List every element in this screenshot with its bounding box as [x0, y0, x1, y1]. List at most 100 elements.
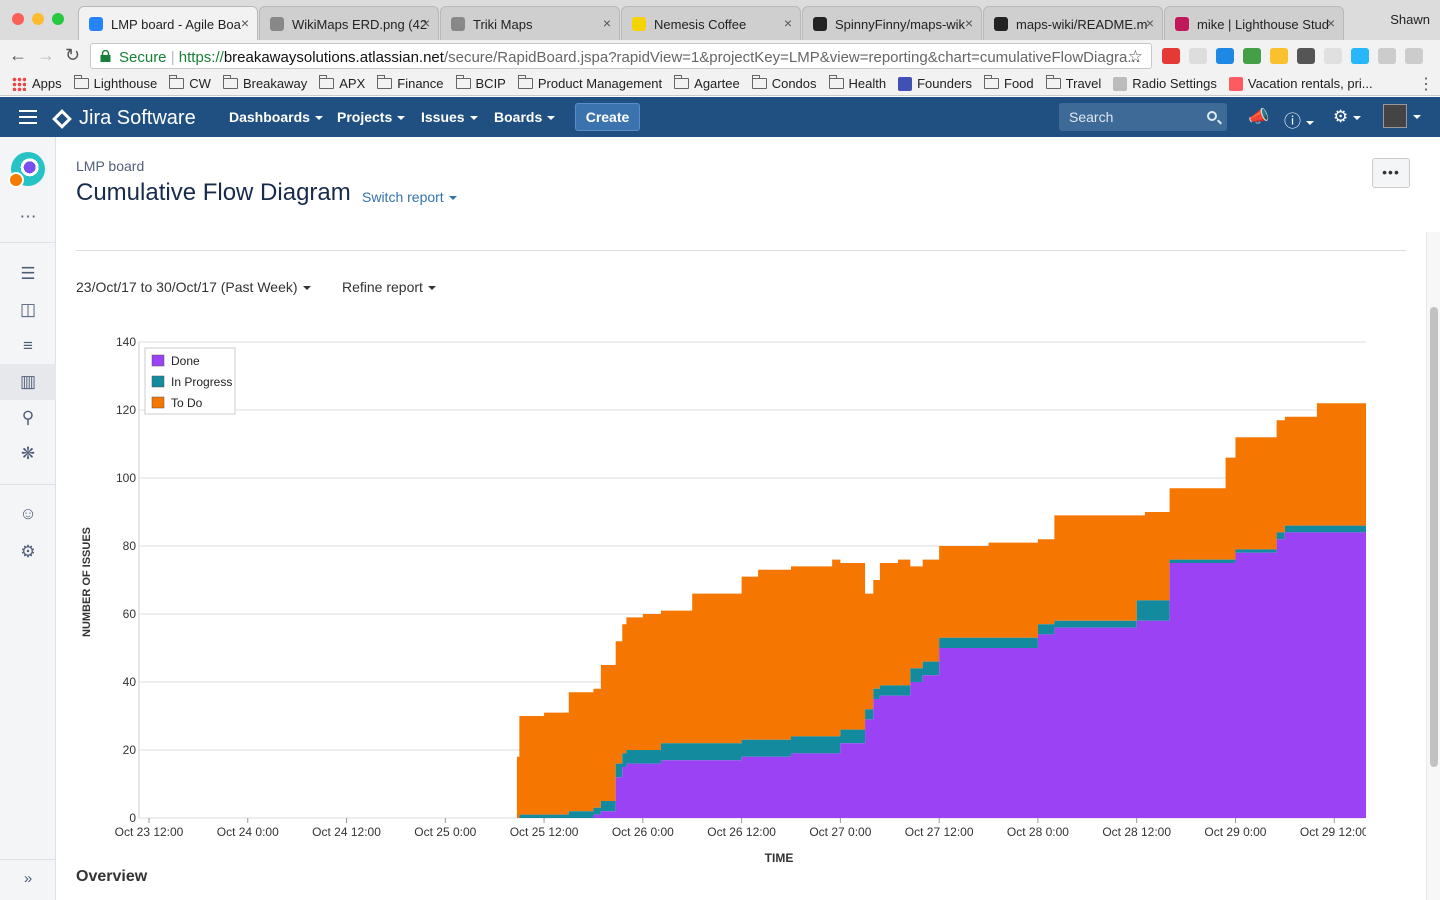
tab-title: SpinnyFinny/maps-wik — [835, 17, 966, 32]
tab-close-icon[interactable]: × — [784, 15, 792, 31]
scrollbar-thumb[interactable] — [1430, 307, 1438, 767]
bookmark-item[interactable]: Founders — [898, 76, 972, 91]
tab-close-icon[interactable]: × — [1327, 15, 1335, 31]
bookmark-star-icon[interactable]: ☆ — [1128, 47, 1143, 67]
bookmark-item[interactable]: Vacation rentals, pri... — [1228, 76, 1373, 91]
chevron-down-icon — [302, 286, 311, 291]
bookmark-item[interactable]: Condos — [751, 75, 817, 91]
maximize-window-button[interactable] — [52, 13, 64, 25]
extension-icon[interactable] — [1351, 48, 1369, 64]
y-tick-label: 20 — [123, 743, 137, 757]
url-path: /secure/RapidBoard.jspa?rapidView=1&proj… — [443, 49, 1140, 66]
help-icon[interactable]: ⓘ — [1284, 107, 1314, 132]
more-actions-button[interactable]: ••• — [1372, 158, 1410, 188]
tab-close-icon[interactable]: × — [965, 15, 973, 31]
user-avatar[interactable] — [1383, 104, 1407, 128]
folder-icon — [73, 75, 89, 89]
browser-tab[interactable]: Triki Maps × — [440, 6, 620, 40]
bookmark-item[interactable]: Breakaway — [222, 75, 307, 91]
bookmark-item[interactable]: CW — [169, 75, 211, 91]
bookmark-item[interactable]: Travel — [1045, 75, 1101, 91]
nav-boards[interactable]: Boards — [494, 109, 556, 125]
back-arrow-icon[interactable]: ← — [9, 46, 27, 64]
bookmark-item[interactable]: Finance — [377, 75, 444, 91]
board-columns-icon[interactable]: ◫ — [18, 300, 38, 320]
folder-icon — [169, 75, 185, 89]
switch-report-dropdown[interactable]: Switch report — [362, 189, 457, 205]
reports-chart-icon[interactable]: ▥ — [18, 372, 38, 392]
browser-toolbar: ← → ↻ Secure | https://breakawaysolution… — [0, 40, 1440, 72]
browser-tab[interactable]: SpinnyFinny/maps-wik × — [802, 6, 982, 40]
refine-report-dropdown[interactable]: Refine report — [342, 279, 436, 295]
profile-name[interactable]: Shawn — [1390, 12, 1430, 27]
reload-icon[interactable]: ↻ — [65, 46, 80, 64]
expand-sidebar-icon[interactable]: » — [18, 869, 38, 889]
issues-search-icon[interactable]: ⚲ — [18, 408, 38, 428]
minimize-window-button[interactable] — [32, 13, 44, 25]
chevron-down-icon[interactable] — [1413, 115, 1421, 119]
bookmark-item[interactable]: Apps — [12, 76, 62, 91]
tab-close-icon[interactable]: × — [241, 15, 249, 31]
nav-issues[interactable]: Issues — [421, 109, 478, 125]
browser-tab[interactable]: maps-wiki/README.m × — [983, 6, 1163, 40]
add-ons-puzzle-icon[interactable]: ❋ — [18, 444, 38, 464]
project-avatar[interactable] — [8, 152, 45, 188]
scrollbar[interactable] — [1426, 232, 1440, 900]
bookmark-item[interactable]: Food — [984, 75, 1034, 91]
x-tick-label: Oct 29 12:00 — [1300, 825, 1366, 839]
create-button[interactable]: Create — [575, 103, 640, 131]
nav-projects[interactable]: Projects — [337, 109, 406, 125]
releases-icon[interactable]: ≡ — [18, 336, 38, 356]
tab-close-icon[interactable]: × — [422, 15, 430, 31]
date-range-dropdown[interactable]: 23/Oct/17 to 30/Oct/17 (Past Week) — [76, 279, 311, 295]
bookmark-item[interactable]: Product Management — [517, 75, 662, 91]
bookmark-item[interactable]: Agartee — [674, 75, 740, 91]
jira-logo[interactable]: Jira Software — [52, 107, 196, 130]
y-tick-label: 100 — [116, 471, 136, 485]
tab-favicon-icon — [994, 17, 1008, 31]
extension-icon[interactable] — [1216, 48, 1234, 64]
breadcrumb[interactable]: LMP board — [76, 158, 144, 174]
bookmark-item[interactable]: Lighthouse — [73, 75, 157, 91]
backlog-icon[interactable]: ☰ — [18, 264, 38, 284]
extension-icon[interactable] — [1270, 48, 1288, 64]
tab-close-icon[interactable]: × — [603, 15, 611, 31]
menu-kebab-icon[interactable]: ⋮ — [1432, 48, 1440, 64]
bookmarks-more-icon[interactable]: ⋮ — [1418, 74, 1434, 94]
bookmark-item[interactable]: Radio Settings — [1113, 76, 1217, 91]
browser-tab[interactable]: mike | Lighthouse Stud × — [1164, 6, 1344, 40]
hamburger-menu-icon[interactable] — [19, 110, 37, 124]
folder-icon — [1045, 75, 1061, 89]
settings-gear-icon[interactable]: ⚙ — [18, 542, 38, 562]
close-window-button[interactable] — [12, 13, 24, 25]
add-person-icon[interactable]: ☺ — [18, 504, 38, 524]
gear-icon[interactable]: ⚙ — [1333, 107, 1362, 127]
extension-icon[interactable] — [1405, 48, 1423, 64]
extension-icon[interactable] — [1324, 48, 1342, 64]
bookmark-label: Food — [1004, 76, 1034, 91]
x-tick-label: Oct 26 12:00 — [707, 825, 776, 839]
bookmark-item[interactable]: APX — [319, 75, 365, 91]
extension-icon[interactable] — [1378, 48, 1396, 64]
folder-icon — [455, 75, 471, 89]
tab-close-icon[interactable]: × — [1146, 15, 1154, 31]
forward-arrow-icon[interactable]: → — [37, 46, 55, 64]
search-input[interactable]: Search — [1059, 103, 1227, 131]
bookmark-item[interactable]: BCIP — [455, 75, 506, 91]
nav-dashboards[interactable]: Dashboards — [229, 109, 323, 125]
browser-tab[interactable]: Nemesis Coffee × — [621, 6, 801, 40]
y-tick-label: 40 — [123, 675, 137, 689]
chevron-down-icon — [397, 116, 406, 121]
folder-icon — [828, 75, 844, 89]
x-tick-label: Oct 24 0:00 — [217, 825, 279, 839]
bookmark-item[interactable]: Health — [828, 75, 886, 91]
extension-icon[interactable] — [1297, 48, 1315, 64]
address-bar[interactable]: Secure | https://breakawaysolutions.atla… — [90, 43, 1152, 69]
extension-icon[interactable] — [1162, 48, 1180, 64]
extension-icon[interactable] — [1189, 48, 1207, 64]
extension-icon[interactable] — [1243, 48, 1261, 64]
megaphone-icon[interactable]: 📣 — [1248, 107, 1269, 127]
browser-tab[interactable]: LMP board - Agile Boa × — [78, 6, 258, 40]
more-dots-icon[interactable]: ⋯ — [18, 207, 38, 227]
browser-tab[interactable]: WikiMaps ERD.png (42 × — [259, 6, 439, 40]
